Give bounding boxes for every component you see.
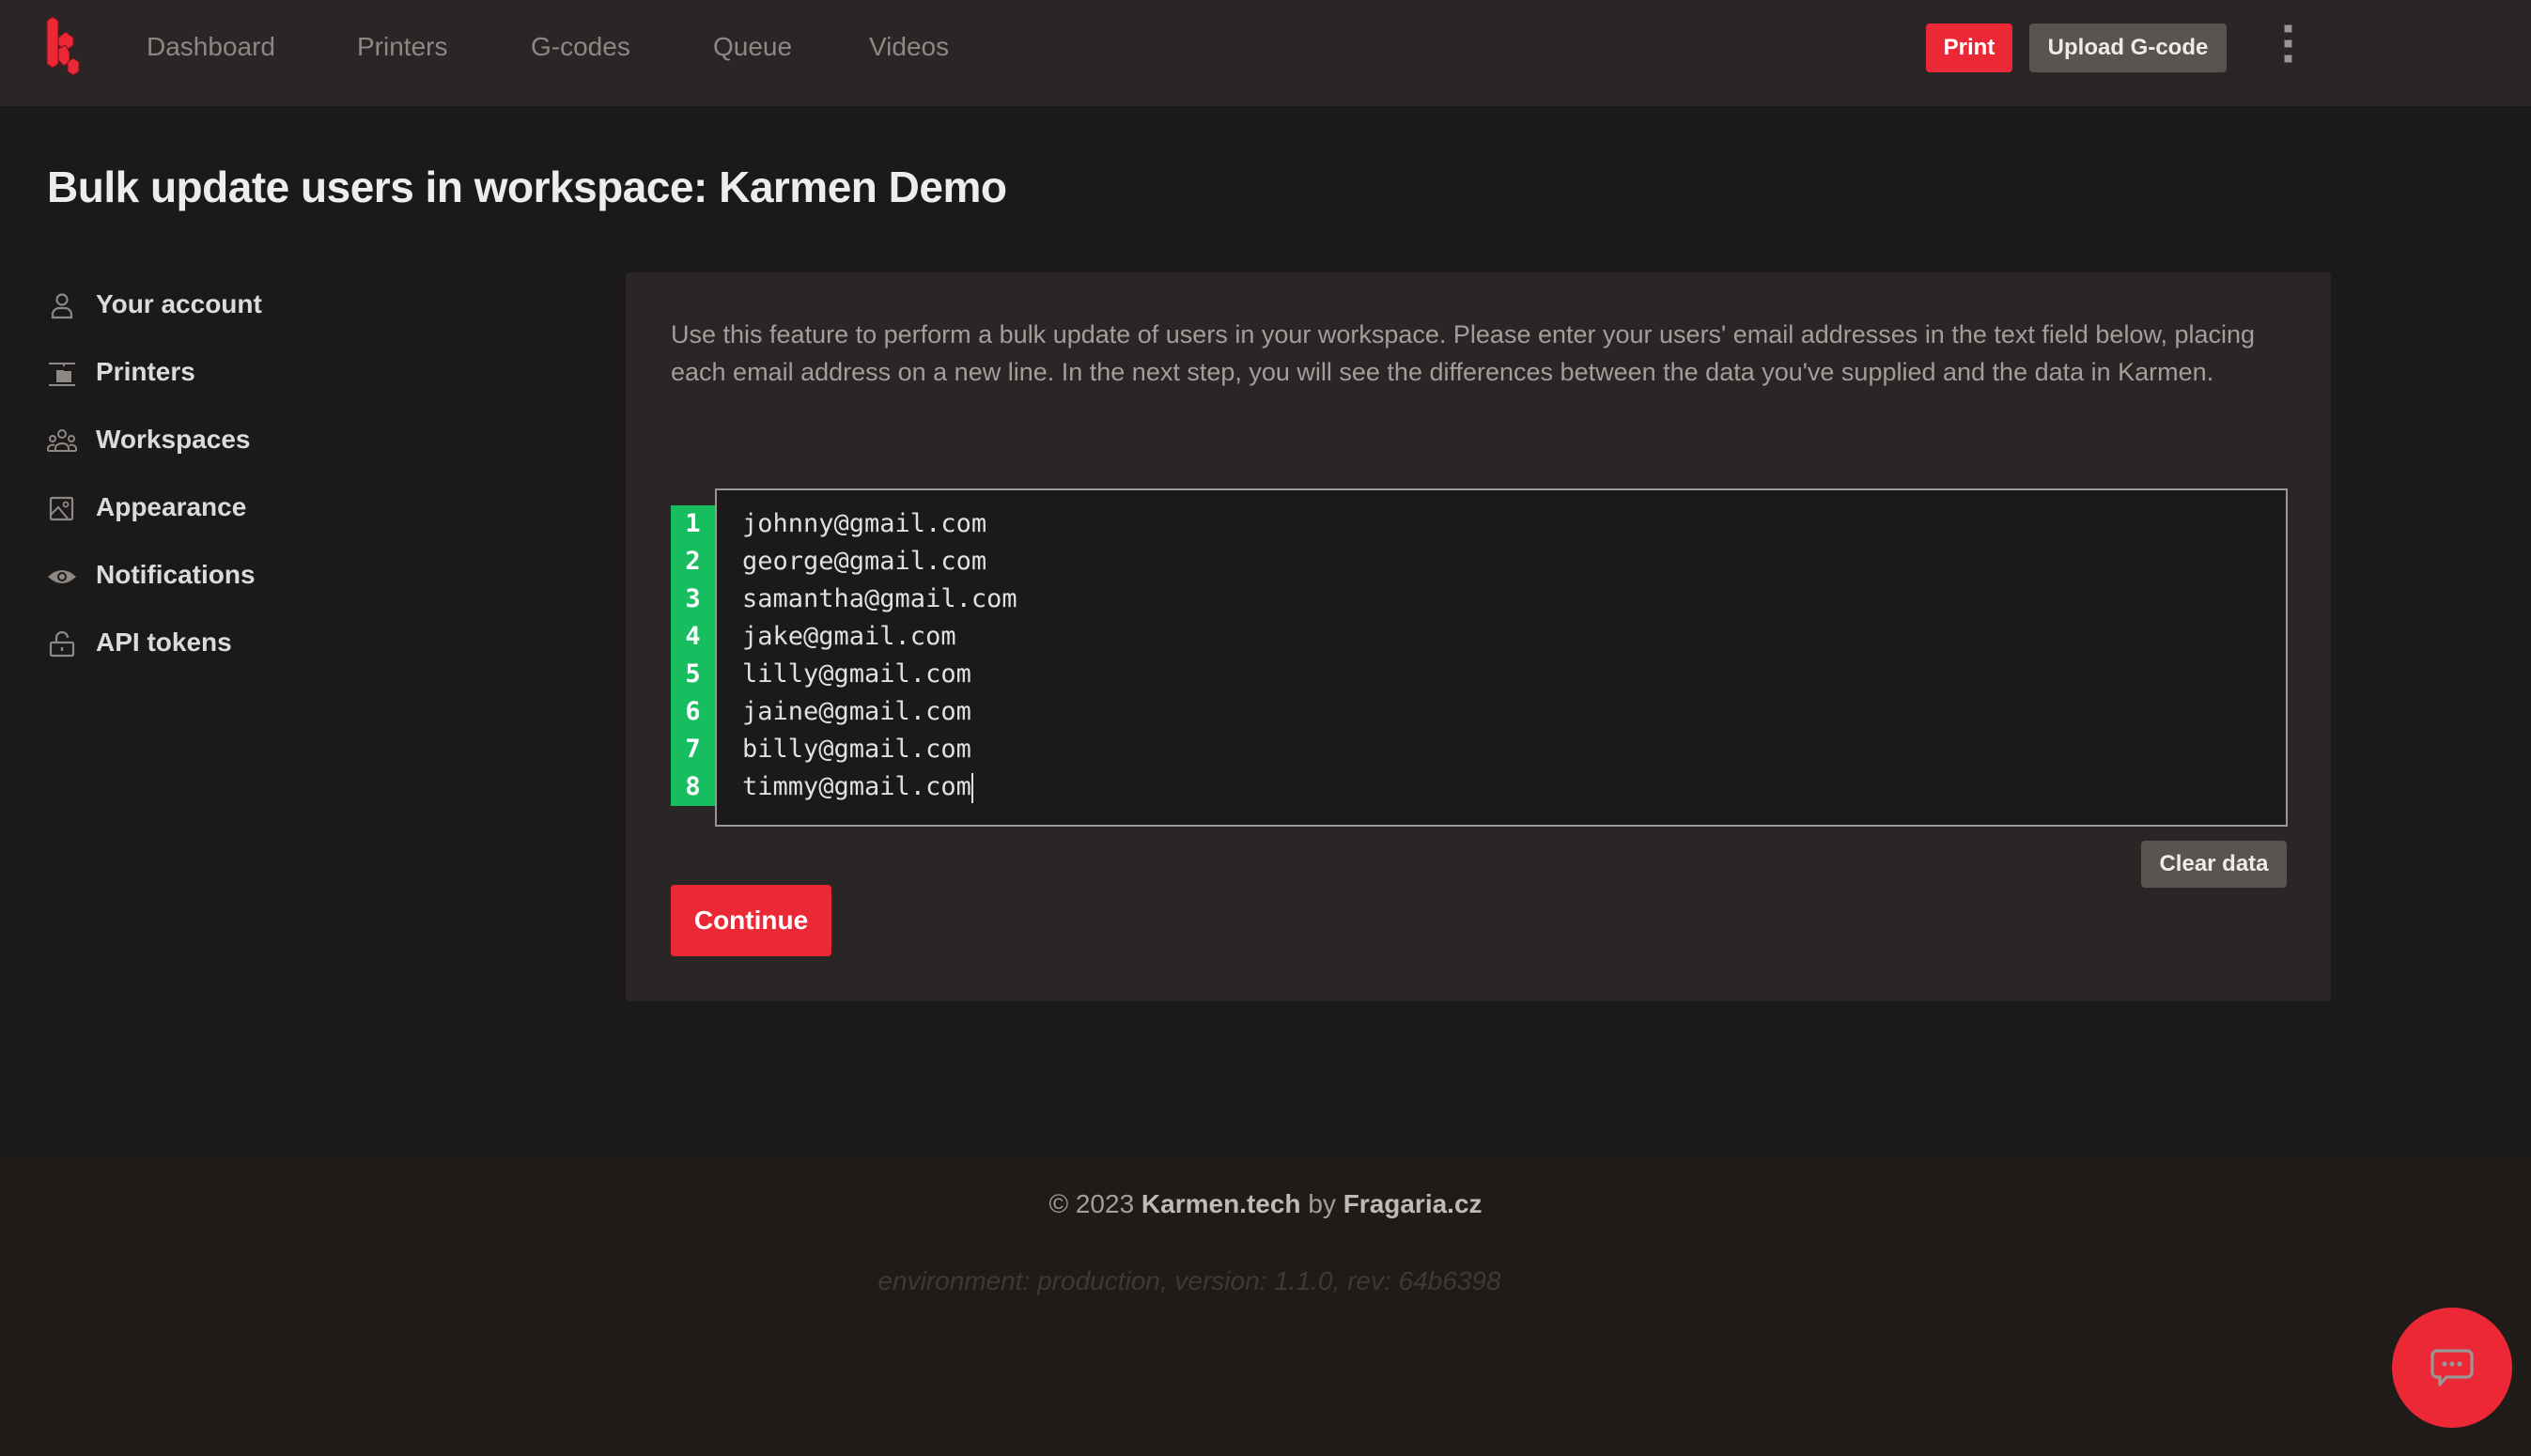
footer: © 2023 Karmen.tech by Fragaria.cz enviro… [0, 1155, 2531, 1456]
line-number: 3 [685, 584, 701, 613]
sidebar-item-label: Printers [96, 357, 195, 386]
sidebar-item-label: Notifications [96, 560, 256, 589]
environment-info: environment: production, version: 1.1.0,… [877, 1266, 1501, 1295]
top-navbar: Dashboard Printers G-codes Queue Videos … [0, 0, 2531, 106]
nav-gcodes[interactable]: G-codes [531, 28, 630, 66]
chat-widget-button[interactable] [2392, 1308, 2512, 1428]
sidebar-item-your-account[interactable]: Your account [47, 286, 573, 327]
clear-data-button[interactable]: Clear data [2141, 841, 2287, 888]
description-text: Use this feature to perform a bulk updat… [671, 320, 2256, 386]
email-line-last: timmy@gmail.com [742, 768, 2286, 806]
copyright: © 2023 Karmen.tech by Fragaria.cz [0, 1189, 2531, 1219]
line-number: 5 [685, 659, 701, 689]
line-number: 2 [685, 547, 701, 576]
sidebar-item-label: API tokens [96, 627, 232, 657]
sidebar-item-api-tokens[interactable]: API tokens [47, 624, 573, 665]
fragaria-link[interactable]: Fragaria.cz [1343, 1189, 1483, 1218]
line-number: 1 [685, 509, 701, 538]
sidebar-item-label: Appearance [96, 492, 247, 521]
karmen-logo-icon[interactable] [43, 15, 81, 77]
sidebar-item-label: Workspaces [96, 425, 251, 454]
line-number: 7 [685, 735, 701, 764]
user-icon [47, 293, 77, 319]
sidebar-item-notifications[interactable]: Notifications [47, 556, 573, 597]
copyright-prefix: © 2023 [1048, 1189, 1135, 1218]
upload-gcode-button[interactable]: Upload G-code [2029, 23, 2227, 72]
by-text: by [1308, 1189, 1336, 1218]
email-line: jaine@gmail.com [742, 697, 971, 726]
bulk-update-card: Use this feature to perform a bulk updat… [626, 272, 2331, 1001]
sidebar-item-workspaces[interactable]: Workspaces [47, 421, 573, 462]
line-number: 6 [685, 697, 701, 726]
nav-dashboard[interactable]: Dashboard [147, 28, 275, 66]
page-title: Bulk update users in workspace: Karmen D… [47, 163, 1007, 211]
unlock-icon [47, 630, 77, 658]
image-icon [47, 496, 77, 522]
email-line: samantha@gmail.com [742, 584, 1017, 613]
nav-queue[interactable]: Queue [713, 28, 792, 66]
sidebar-item-appearance[interactable]: Appearance [47, 488, 573, 530]
email-line: billy@gmail.com [742, 735, 971, 764]
eye-icon [47, 564, 77, 590]
printer-icon [47, 361, 77, 387]
email-line: jake@gmail.com [742, 622, 956, 651]
text-caret [970, 772, 973, 803]
print-button[interactable]: Print [1926, 23, 2012, 72]
line-number-gutter: 1 2 3 4 5 6 7 8 [671, 505, 715, 806]
emails-textarea[interactable]: johnny@gmail.com george@gmail.com samant… [715, 488, 2288, 827]
nav-videos[interactable]: Videos [869, 28, 949, 66]
continue-button[interactable]: Continue [671, 885, 831, 956]
kebab-menu-icon[interactable] [2275, 24, 2300, 70]
email-line: timmy@gmail.com [742, 772, 971, 801]
chat-bubble-icon [2430, 1349, 2474, 1386]
sidebar-item-printers[interactable]: Printers [47, 353, 573, 395]
email-line: lilly@gmail.com [742, 659, 971, 689]
line-number: 8 [685, 772, 701, 801]
sidebar-item-label: Your account [96, 289, 262, 318]
nav-printers[interactable]: Printers [357, 28, 447, 66]
email-line: george@gmail.com [742, 547, 987, 576]
line-number: 4 [685, 622, 701, 651]
email-line: johnny@gmail.com [742, 509, 987, 538]
users-group-icon [47, 428, 77, 455]
karmen-tech-link[interactable]: Karmen.tech [1141, 1189, 1301, 1218]
